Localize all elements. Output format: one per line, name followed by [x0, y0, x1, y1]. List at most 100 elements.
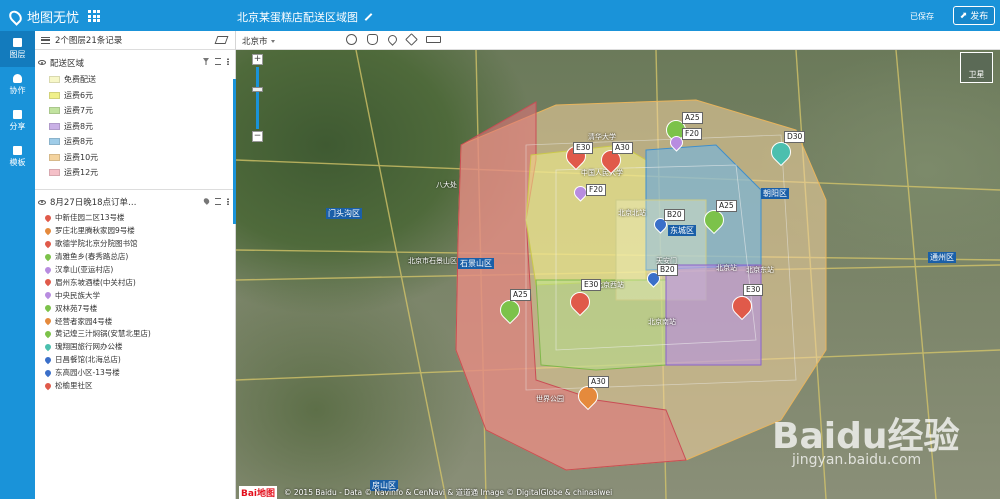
table-icon[interactable]	[215, 197, 221, 205]
map-pin-icon	[43, 291, 53, 300]
marker-label: A25	[682, 112, 703, 124]
list-item-label: 东高园小区-13号楼	[55, 368, 120, 378]
map-pin-icon	[43, 381, 53, 390]
list-item[interactable]: 汉拿山(亚运村店)	[35, 263, 235, 276]
zoom-in-button[interactable]: +	[252, 54, 263, 65]
legend-item[interactable]: 免费配送	[35, 72, 235, 88]
publish-button[interactable]: ⬈ 发布	[953, 6, 995, 25]
map-pin-icon	[43, 226, 53, 236]
list-item[interactable]: 日昌餐馆(北海总店)	[35, 353, 235, 366]
nav-collaborate[interactable]: 协作	[0, 67, 35, 103]
list-item-label: 松榆里社区	[55, 381, 93, 391]
poi-list: 中新佳园二区13号楼 罗庄北里腾秋家园9号楼 歌德学院北京分院图书馆 清雅鱼乡(春秀路…	[35, 212, 235, 392]
list-item[interactable]: 中央民族大学	[35, 289, 235, 302]
divider	[35, 188, 235, 190]
legend-label: 运费12元	[64, 168, 99, 178]
nav-collaborate-label: 协作	[9, 86, 26, 95]
map-pin-icon	[43, 342, 53, 352]
nav-template-label: 模板	[9, 158, 26, 167]
zoom-out-button[interactable]: −	[252, 131, 263, 142]
list-item-label: 黄记煌三汁焖锅(安慧北里店)	[55, 329, 151, 339]
map-pin-icon	[43, 252, 53, 261]
nav-share-label: 分享	[9, 122, 26, 131]
list-item-label: 罗庄北里腾秋家园9号楼	[55, 226, 135, 236]
list-item-label: 中央民族大学	[55, 290, 100, 300]
legend-item[interactable]: 运费6元	[35, 88, 235, 104]
edit-pencil-icon[interactable]	[364, 13, 373, 21]
ruler-icon[interactable]	[426, 36, 441, 43]
map-copyright: © 2015 Baidu - Data © Navinfo & CenNavi …	[284, 488, 613, 497]
map-pin-icon	[43, 239, 53, 248]
legend-label: 运费8元	[64, 121, 94, 131]
legend-item[interactable]: 运费8元	[35, 119, 235, 135]
nav-share[interactable]: 分享	[0, 103, 35, 139]
list-item[interactable]: 双林苑7号楼	[35, 302, 235, 315]
search-icon[interactable]	[346, 34, 357, 45]
visibility-eye-icon[interactable]	[38, 60, 46, 65]
map-title[interactable]: 北京某蛋糕店配送区域图	[237, 9, 373, 25]
map-pin-icon	[43, 329, 53, 339]
layer-orders-header[interactable]: 8月27日晚18点订单…	[35, 193, 235, 212]
visibility-eye-icon[interactable]	[38, 199, 46, 205]
more-icon[interactable]	[227, 58, 229, 65]
district-label: 石景山区	[458, 258, 494, 269]
layer-title: 8月27日晚18点订单…	[50, 198, 137, 208]
city-selector[interactable]: 北京市	[242, 35, 275, 47]
legend-list: 免费配送 运费6元 运费7元 运费8元 运费8元 运费10元 运费12元	[35, 72, 235, 181]
list-item[interactable]: 瑰翔国旅行网办公楼	[35, 340, 235, 353]
list-item[interactable]: 松榆里社区	[35, 379, 235, 392]
person-icon	[13, 74, 22, 83]
list-item[interactable]: 清雅鱼乡(春秀路总店)	[35, 250, 235, 263]
legend-item[interactable]: 运费10元	[35, 150, 235, 166]
place-label: 八大处	[436, 181, 457, 189]
draw-polygon-icon[interactable]	[405, 33, 418, 46]
satellite-toggle[interactable]: 卫星	[960, 52, 993, 83]
layer-delivery-zones-header[interactable]: 配送区域	[35, 53, 235, 72]
zoom-knob[interactable]	[252, 87, 263, 92]
list-item[interactable]: 经营者家园4号楼	[35, 315, 235, 328]
list-item-label: 日昌餐馆(北海总店)	[55, 355, 121, 365]
nav-layers[interactable]: 图层	[0, 31, 35, 67]
legend-swatch	[49, 91, 60, 99]
filter-icon[interactable]	[203, 58, 209, 65]
more-icon[interactable]	[227, 197, 229, 205]
list-item-label: 眉州东坡酒楼(中关村店)	[55, 277, 136, 287]
legend-item[interactable]: 运费12元	[35, 165, 235, 181]
place-label: 清华大学	[588, 133, 616, 141]
list-item[interactable]: 眉州东坡酒楼(中关村店)	[35, 276, 235, 289]
table-icon[interactable]	[215, 58, 221, 65]
list-icon[interactable]	[41, 36, 50, 44]
marker-label: A30	[612, 142, 633, 154]
list-item[interactable]: 黄记煌三汁焖锅(安慧北里店)	[35, 328, 235, 341]
place-label: 北京站	[716, 264, 737, 272]
map-canvas[interactable]: + − 卫星 门头沟区 石景山区 东城区 朝阳区 通州区 房山区 八大处 北京市…	[236, 50, 1000, 499]
add-marker-icon[interactable]	[386, 33, 399, 46]
place-label: 北京南站	[648, 318, 676, 326]
legend-swatch	[49, 153, 60, 161]
list-item[interactable]: 东高园小区-13号楼	[35, 366, 235, 379]
list-item[interactable]: 罗庄北里腾秋家园9号楼	[35, 224, 235, 237]
map-pin-icon	[43, 265, 53, 274]
marker-label: A25	[716, 200, 737, 212]
district-label: 通州区	[928, 252, 956, 263]
left-nav: 图层 协作 分享 模板	[0, 31, 35, 499]
list-item[interactable]: 歌德学院北京分院图书馆	[35, 237, 235, 250]
zoom-slider[interactable]	[252, 67, 263, 129]
legend-item[interactable]: 运费7元	[35, 103, 235, 119]
map-title-text: 北京某蛋糕店配送区域图	[237, 11, 358, 24]
nav-template[interactable]: 模板	[0, 139, 35, 175]
legend-item[interactable]: 运费8元	[35, 134, 235, 150]
legend-swatch	[49, 107, 60, 115]
marker-label: E30	[581, 279, 602, 291]
zoom-control: + −	[252, 54, 263, 142]
map-pin-icon	[43, 278, 53, 287]
list-item[interactable]: 中新佳园二区13号楼	[35, 212, 235, 225]
list-item-label: 汉拿山(亚运村店)	[55, 265, 114, 274]
layer-stack-icon[interactable]	[214, 36, 229, 44]
pan-hand-icon[interactable]	[367, 34, 378, 45]
apps-grid-icon[interactable]	[88, 10, 100, 22]
pin-style-icon[interactable]	[202, 196, 211, 205]
marker-label: E30	[573, 142, 594, 154]
app-logo[interactable]: 地图无忧	[6, 7, 79, 26]
list-item-label: 经营者家园4号楼	[55, 316, 113, 326]
